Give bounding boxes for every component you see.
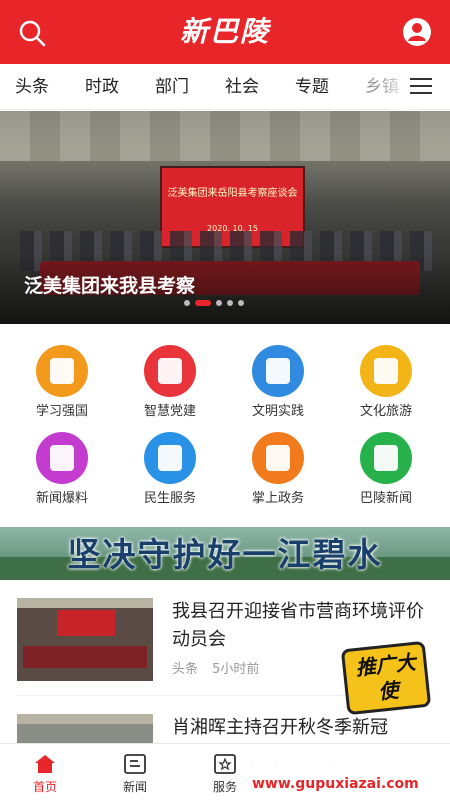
slogan-text: 坚决守护好一江碧水 [67,535,383,574]
grid-item-study[interactable]: 学习强国 [6,325,118,419]
party-building-icon [144,345,196,397]
nav-home[interactable]: 首页 [0,744,90,800]
news-icon [124,754,146,774]
site-watermark: 谷普软件园 www.gupuxiazai.com [247,736,448,798]
search-icon[interactable] [17,18,47,48]
service-icon [214,754,236,774]
carousel-dot-active[interactable] [195,300,211,306]
nav-label: 新闻 [122,780,147,794]
carousel-dot[interactable] [216,300,222,306]
tab-departments[interactable]: 部门 [155,64,189,110]
tab-society[interactable]: 社会 [225,64,259,110]
user-icon[interactable] [402,17,432,47]
grid-label: 掌上政务 [251,491,304,506]
star-icon [144,432,196,484]
grid-item-tips[interactable]: 新闻爆料 [6,412,118,506]
grid-item-government[interactable]: 掌上政务 [222,412,334,506]
grid-item-tourism[interactable]: 文化旅游 [330,325,442,419]
tab-politics[interactable]: 时政 [85,64,119,110]
news-thumbnail [17,598,153,681]
grid-item-party[interactable]: 智慧党建 [114,325,226,419]
hero-banner[interactable]: 泛美集团来岳阳县考察座谈会 2020. 10. 15 泛美集团来我县考察 [0,111,450,324]
category-tabs: 头条 时政 部门 社会 专题 乡镇 [0,64,450,110]
news-category: 头条 [172,662,199,677]
nav-news[interactable]: 新闻 [90,744,180,800]
promo-text: 推广大使 [354,649,417,704]
carousel-dot[interactable] [227,300,233,306]
tab-topics[interactable]: 专题 [295,64,329,110]
watermark-url: www.gupuxiazai.com [252,776,419,792]
news-new-icon [360,432,412,484]
grid-label: 新闻爆料 [35,491,88,506]
tabs-fade [380,64,410,110]
grid-item-livelihood[interactable]: 民生服务 [114,412,226,506]
hamburger-menu-icon[interactable] [410,78,432,96]
suitcase-icon [360,345,412,397]
banner-caption: 泛美集团来我县考察 [24,275,196,297]
home-icon [34,754,56,774]
app-logo: 新巴陵 [179,15,270,48]
news-time: 5小时前 [212,662,260,677]
nav-label: 首页 [32,780,57,794]
study-icon [36,345,88,397]
grid-label: 民生服务 [143,491,196,506]
screen-title: 泛美集团来岳阳县考察座谈会 [167,188,298,199]
grid-item-civilization[interactable]: 文明实践 [222,325,334,419]
grid-label: 巴陵新闻 [359,491,412,506]
carousel-dot[interactable] [184,300,190,306]
slogan-banner[interactable]: 坚决守护好一江碧水 [0,527,450,580]
tab-headlines[interactable]: 头条 [15,64,49,110]
carousel-dots [184,300,249,306]
carousel-dot[interactable] [238,300,244,306]
watermark-title: 谷普软件园 [247,743,408,781]
promo-ambassador-badge[interactable]: 推广大使 [340,640,432,716]
app-header: 新巴陵 [0,0,450,64]
banner-ceiling [0,111,450,161]
feature-grid: 学习强国 智慧党建 文明实践 文化旅游 新闻爆料 民生服务 掌上政务 巴陵新闻 [0,325,450,520]
clipboard-icon [252,345,304,397]
government-icon [252,432,304,484]
news-meta: 头条 5小时前 [172,658,269,677]
news-tip-icon [36,432,88,484]
grid-item-baling-news[interactable]: 巴陵新闻 [330,412,442,506]
